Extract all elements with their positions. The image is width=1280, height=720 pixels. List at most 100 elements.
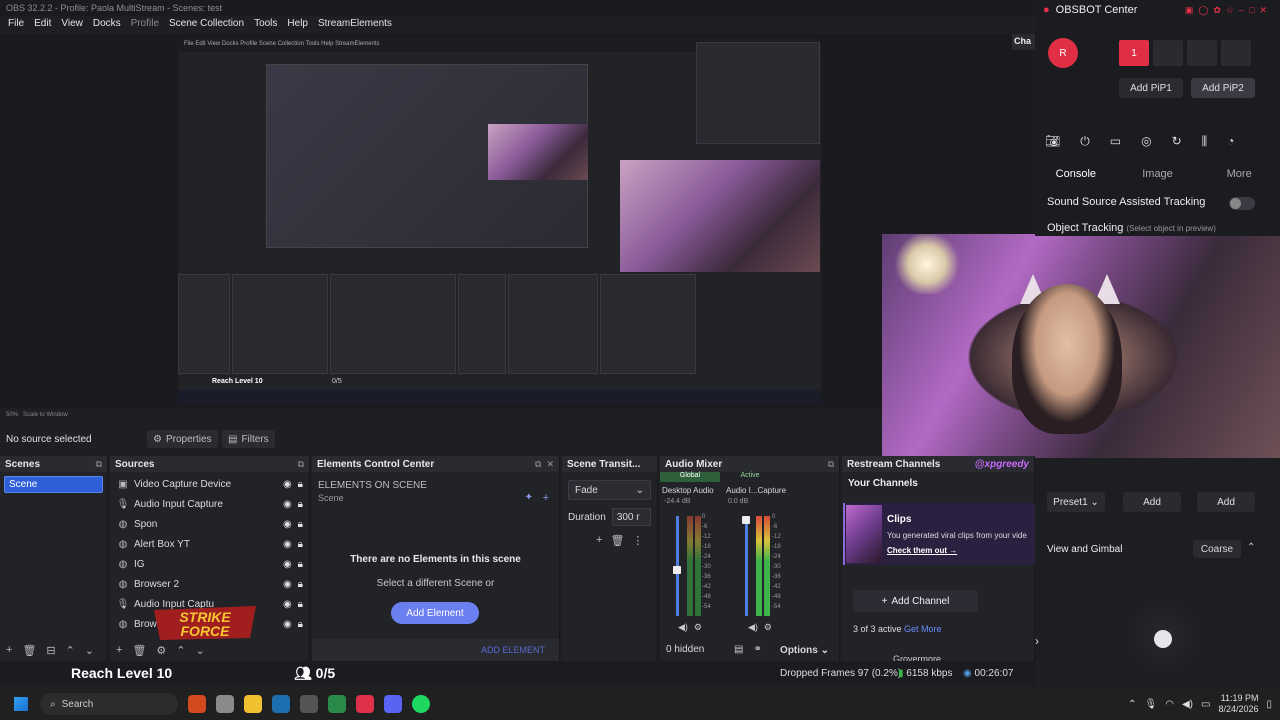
- slot-1-button[interactable]: 1: [1119, 40, 1149, 66]
- eye-icon[interactable]: ◉: [283, 519, 292, 530]
- filters-button[interactable]: ▤ Filters: [222, 430, 275, 448]
- lock-icon[interactable]: 🔒︎: [298, 519, 303, 530]
- lock-icon[interactable]: 🔒︎: [298, 479, 303, 490]
- layout-icon[interactable]: ▤: [734, 644, 743, 655]
- taskbar-clock[interactable]: 11:19 PM 8/24/2026: [1218, 693, 1258, 715]
- menu-file[interactable]: File: [3, 16, 29, 34]
- zoom-label[interactable]: 50%: [6, 412, 18, 418]
- menu-streamelements[interactable]: StreamElements: [313, 16, 397, 34]
- gear-icon[interactable]: ⚙: [764, 622, 772, 633]
- trash-icon[interactable]: 🗑: [22, 644, 36, 657]
- add-button-2[interactable]: Add: [1197, 492, 1255, 512]
- add-pip2-button[interactable]: Add PiP2: [1191, 78, 1255, 98]
- chat-dock-tab[interactable]: Cha: [1012, 34, 1035, 50]
- gesture-icon[interactable]: ◔: [1227, 134, 1234, 149]
- fader-knob-audio[interactable]: [742, 516, 750, 524]
- eye-icon[interactable]: ◉: [283, 619, 292, 630]
- dock-float-icon[interactable]: ⧉: [96, 459, 102, 470]
- eye-icon[interactable]: ◉: [283, 599, 292, 610]
- folder-icon[interactable]: [244, 695, 262, 713]
- fader-knob-desktop[interactable]: [673, 566, 681, 574]
- brave-icon[interactable]: [188, 695, 206, 713]
- chevron-down-icon[interactable]: ⌄: [196, 644, 205, 657]
- lock-icon[interactable]: 🔒︎: [298, 539, 303, 550]
- lock-icon[interactable]: 🔒︎: [298, 499, 303, 510]
- network-icon[interactable]: ◠: [1165, 699, 1174, 710]
- lock-icon[interactable]: 🔒︎: [298, 599, 303, 610]
- add-channel-button[interactable]: + Add Channel: [853, 590, 978, 612]
- add-scene-icon[interactable]: +: [6, 644, 12, 656]
- clips-card[interactable]: Clips You generated viral clips from you…: [843, 503, 1035, 565]
- tab-more[interactable]: More: [1198, 168, 1280, 180]
- close-icon[interactable]: ✕: [546, 459, 554, 470]
- fader-audio[interactable]: [745, 516, 748, 616]
- trash-icon[interactable]: 🗑: [610, 534, 624, 547]
- dock-float-icon[interactable]: ⧉: [298, 459, 304, 470]
- add-icon[interactable]: +: [543, 492, 549, 504]
- power-icon[interactable]: ⏻: [1080, 134, 1090, 149]
- eye-icon[interactable]: ◉: [283, 479, 292, 490]
- menu-help[interactable]: Help: [282, 16, 313, 34]
- eye-icon[interactable]: ◉: [283, 499, 292, 510]
- window-controls[interactable]: ▣◯✿☆–□✕: [1185, 5, 1272, 16]
- scale-label[interactable]: Scale to Window: [23, 412, 68, 418]
- menu-docks[interactable]: Docks: [88, 16, 126, 34]
- chevron-up-icon[interactable]: ⌃: [1247, 542, 1255, 553]
- obsbot-app-icon[interactable]: [356, 695, 374, 713]
- dock-float-icon[interactable]: ⧉: [828, 459, 834, 470]
- source-row[interactable]: ◍ Browser 2 ◉ 🔒︎: [110, 574, 309, 594]
- windows-start-icon[interactable]: [14, 697, 28, 711]
- clips-link[interactable]: Check them out →: [887, 546, 957, 555]
- gimbal-joystick[interactable]: [1121, 594, 1205, 678]
- refresh-icon[interactable]: ↻: [1172, 134, 1182, 149]
- preview-canvas[interactable]: File Edit View Docks Profile Scene Colle…: [178, 38, 821, 404]
- add-element-button[interactable]: Add Element: [391, 602, 479, 624]
- lock-icon[interactable]: 🔒︎: [298, 579, 303, 590]
- file-icon[interactable]: [216, 695, 234, 713]
- menu-view[interactable]: View: [56, 16, 88, 34]
- discord-icon[interactable]: [384, 695, 402, 713]
- chevron-down-icon[interactable]: ⌄: [85, 644, 94, 657]
- scene-item[interactable]: Scene: [4, 476, 103, 493]
- chevron-up-icon[interactable]: ⌃: [1128, 699, 1136, 710]
- chevron-right-icon[interactable]: ›: [1035, 634, 1039, 648]
- menu-tools[interactable]: Tools: [249, 16, 282, 34]
- mixer-tab-global[interactable]: Global: [660, 472, 720, 482]
- add-preset-button[interactable]: Add: [1123, 492, 1181, 512]
- transition-select[interactable]: Fade ⌄: [568, 480, 651, 500]
- gear-icon[interactable]: ⚙: [694, 622, 702, 633]
- source-row[interactable]: 🎙︎ Audio Input Capture ◉ 🔒︎: [110, 494, 309, 514]
- filter-icon[interactable]: ⊟: [46, 644, 55, 657]
- link-icon[interactable]: ⚭: [753, 644, 761, 655]
- speaker-icon[interactable]: ◀): [678, 622, 688, 633]
- preset-select[interactable]: Preset1 ⌄: [1047, 492, 1105, 512]
- menu-scene-collection[interactable]: Scene Collection: [164, 16, 249, 34]
- sparkle-icon[interactable]: ✦: [525, 492, 533, 503]
- lock-icon[interactable]: 🔒︎: [298, 559, 303, 570]
- mixer-tab-active[interactable]: Active: [720, 472, 780, 482]
- edge-icon[interactable]: [272, 695, 290, 713]
- add-pip1-button[interactable]: Add PiP1: [1119, 78, 1183, 98]
- target-icon[interactable]: ◎: [1141, 134, 1151, 149]
- slot-3-button[interactable]: [1187, 40, 1217, 66]
- add-element-toolbar[interactable]: ADD ELEMENT: [312, 639, 559, 661]
- tab-image[interactable]: Image: [1117, 168, 1199, 180]
- mixer-options-button[interactable]: Options ⌄: [780, 645, 829, 656]
- coarse-select[interactable]: Coarse: [1193, 540, 1241, 558]
- shield-icon[interactable]: [328, 695, 346, 713]
- get-more-link[interactable]: Get More: [904, 624, 942, 634]
- menu-edit[interactable]: Edit: [29, 16, 56, 34]
- menu-profile[interactable]: Profile: [126, 16, 164, 34]
- slot-add-button[interactable]: [1221, 40, 1251, 66]
- duration-input[interactable]: 300 r: [611, 508, 651, 526]
- eye-icon[interactable]: ◉: [283, 559, 292, 570]
- preview-area[interactable]: File Edit View Docks Profile Scene Colle…: [0, 34, 1035, 408]
- battery-icon[interactable]: ▭: [1201, 699, 1210, 710]
- add-source-icon[interactable]: +: [116, 644, 122, 656]
- source-row[interactable]: ◍ IG ◉ 🔒︎: [110, 554, 309, 574]
- source-row[interactable]: ◍ Alert Box YT ◉ 🔒︎: [110, 534, 309, 554]
- chevron-up-icon[interactable]: ⌃: [66, 644, 75, 657]
- properties-button[interactable]: ⚙ Properties: [147, 430, 218, 448]
- lock-icon[interactable]: 🔒︎: [298, 619, 303, 630]
- webcam-preview[interactable]: [882, 234, 1280, 458]
